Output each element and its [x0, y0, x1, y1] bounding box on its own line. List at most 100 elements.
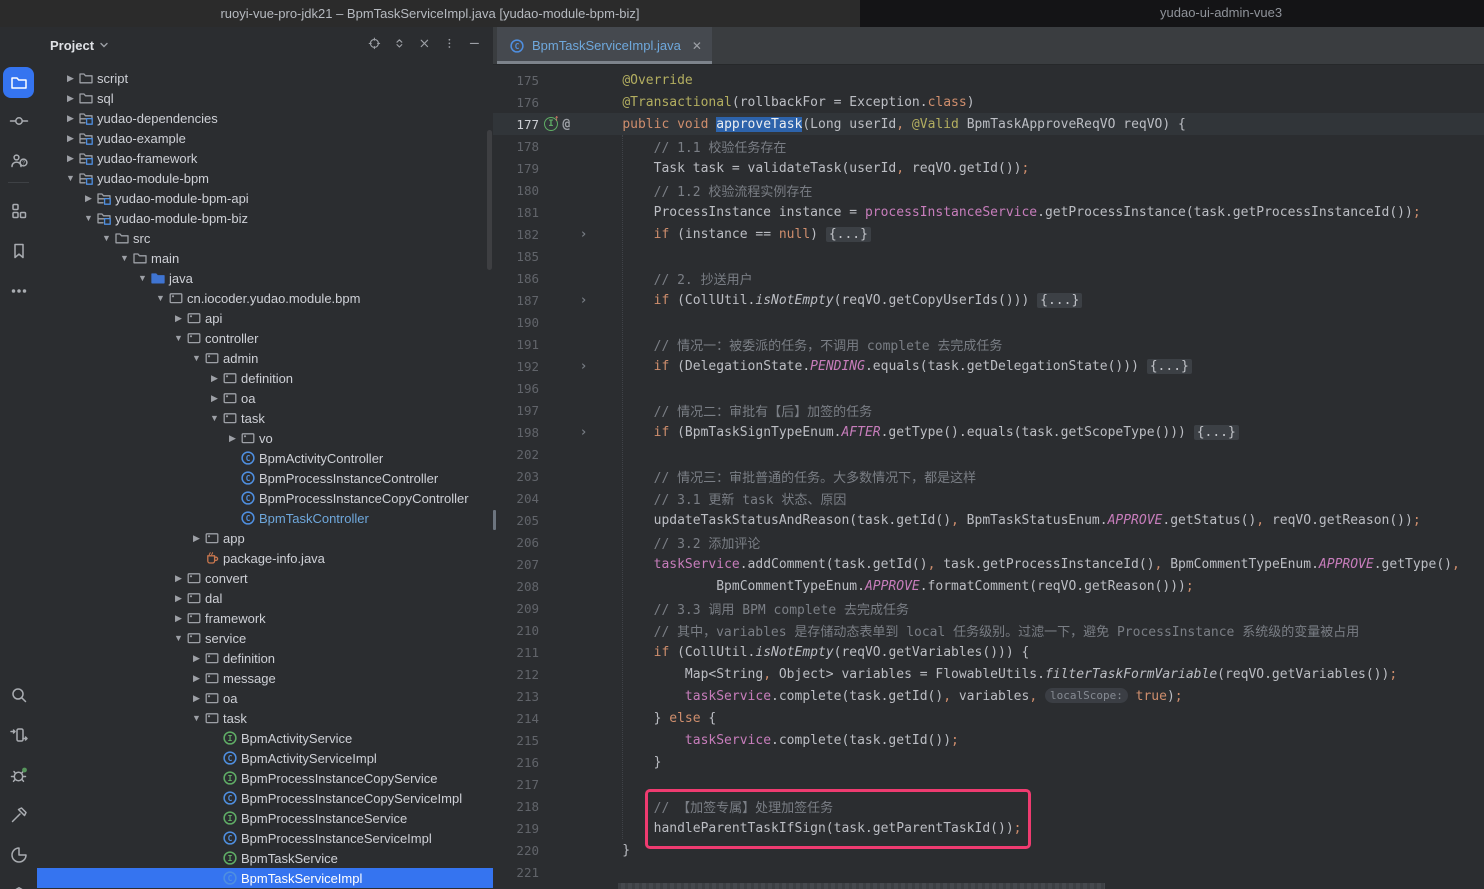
code-line-205[interactable]: 205 updateTaskStatusAndReason(task.getId… — [493, 509, 1484, 531]
tree-item-bpmtaskserviceimpl[interactable]: CBpmTaskServiceImpl — [37, 868, 493, 888]
tree-item-api[interactable]: ▶api — [37, 308, 493, 328]
structure-icon[interactable] — [3, 195, 34, 226]
chevron-collapsed-icon[interactable]: ▶ — [171, 313, 186, 324]
code-line-185[interactable]: 185 — [493, 245, 1484, 267]
tree-item-bpmactivityservice[interactable]: IBpmActivityService — [37, 728, 493, 748]
bookmarks-icon[interactable] — [3, 235, 34, 266]
chevron-expanded-icon[interactable]: ▼ — [99, 233, 114, 243]
chevron-expanded-icon[interactable]: ▼ — [81, 213, 96, 223]
window-titlebar-active[interactable]: ruoyi-vue-pro-jdk21 – BpmTaskServiceImpl… — [0, 0, 860, 28]
collapse-all-icon[interactable] — [413, 34, 438, 56]
tree-item-bpmprocessinstancecopycontroller[interactable]: CBpmProcessInstanceCopyController — [37, 488, 493, 508]
code-line-175[interactable]: 175 @Override — [493, 69, 1484, 91]
hide-panel-icon[interactable] — [463, 34, 488, 56]
tree-item-convert[interactable]: ▶convert — [37, 568, 493, 588]
tree-item-bpmtaskservice[interactable]: IBpmTaskService — [37, 848, 493, 868]
tree-item-framework[interactable]: ▶framework — [37, 608, 493, 628]
code-line-211[interactable]: 211 if (CollUtil.isNotEmpty(reqVO.getVar… — [493, 641, 1484, 663]
code-line-217[interactable]: 217 — [493, 773, 1484, 795]
tree-item-vo[interactable]: ▶vo — [37, 428, 493, 448]
code-line-203[interactable]: 203 // 情况三：审批普通的任务。大多数情况下，都是这样 — [493, 465, 1484, 487]
chevron-collapsed-icon[interactable]: ▶ — [171, 593, 186, 604]
chevron-collapsed-icon[interactable]: ▶ — [81, 193, 96, 204]
folded-region-chip[interactable]: {...} — [826, 227, 871, 242]
options-icon[interactable] — [438, 34, 463, 56]
code-line-206[interactable]: 206 // 3.2 添加评论 — [493, 531, 1484, 553]
commit-icon[interactable] — [3, 105, 34, 136]
tree-item-yudao-example[interactable]: ▶yudao-example — [37, 128, 493, 148]
chevron-collapsed-icon[interactable]: ▶ — [171, 613, 186, 624]
code-line-181[interactable]: 181 ProcessInstance instance = processIn… — [493, 201, 1484, 223]
tree-item-service[interactable]: ▼service — [37, 628, 493, 648]
code-line-218[interactable]: 218 // 【加签专属】处理加签任务 — [493, 795, 1484, 817]
chevron-collapsed-icon[interactable]: ▶ — [207, 393, 222, 404]
project-folder-icon[interactable] — [3, 67, 34, 98]
tree-item-message[interactable]: ▶message — [37, 668, 493, 688]
chevron-collapsed-icon[interactable]: ▶ — [207, 373, 222, 384]
fold-arrow-icon[interactable]: › — [576, 293, 591, 308]
tree-item-script[interactable]: ▶script — [37, 68, 493, 88]
tree-item-main[interactable]: ▼main — [37, 248, 493, 268]
code-line-207[interactable]: 207 taskService.addComment(task.getId(),… — [493, 553, 1484, 575]
chevron-expanded-icon[interactable]: ▼ — [189, 353, 204, 363]
tree-item-package-info-java[interactable]: package-info.java — [37, 548, 493, 568]
pull-requests-icon[interactable]: ? — [3, 145, 34, 176]
tree-item-bpmprocessinstanceserviceimpl[interactable]: CBpmProcessInstanceServiceImpl — [37, 828, 493, 848]
code-line-221[interactable]: 221 — [493, 861, 1484, 883]
tree-item-definition[interactable]: ▶definition — [37, 368, 493, 388]
chevron-collapsed-icon[interactable]: ▶ — [189, 653, 204, 664]
tree-item-controller[interactable]: ▼controller — [37, 328, 493, 348]
chevron-expanded-icon[interactable]: ▼ — [153, 293, 168, 303]
code-line-179[interactable]: 179 Task task = validateTask(userId, req… — [493, 157, 1484, 179]
tree-item-yudao-module-bpm-biz[interactable]: ▼yudao-module-bpm-biz — [37, 208, 493, 228]
folded-region-chip[interactable]: {...} — [1194, 425, 1239, 440]
code-line-186[interactable]: 186 // 2. 抄送用户 — [493, 267, 1484, 289]
code-line-214[interactable]: 214 } else { — [493, 707, 1484, 729]
code-line-192[interactable]: 192› if (DelegationState.PENDING.equals(… — [493, 355, 1484, 377]
tree-item-task[interactable]: ▼task — [37, 408, 493, 428]
fold-arrow-icon[interactable]: › — [576, 359, 591, 374]
code-line-180[interactable]: 180 // 1.2 校验流程实例存在 — [493, 179, 1484, 201]
tree-item-definition[interactable]: ▶definition — [37, 648, 493, 668]
tree-item-bpmprocessinstanceservice[interactable]: IBpmProcessInstanceService — [37, 808, 493, 828]
tree-item-bpmprocessinstancecopyservice[interactable]: IBpmProcessInstanceCopyService — [37, 768, 493, 788]
debug-icon[interactable] — [3, 759, 34, 790]
code-line-219[interactable]: 219 handleParentTaskIfSign(task.getParen… — [493, 817, 1484, 839]
chevron-collapsed-icon[interactable]: ▶ — [225, 433, 240, 444]
fold-arrow-icon[interactable]: › — [576, 425, 591, 440]
chevron-collapsed-icon[interactable]: ▶ — [63, 153, 78, 164]
code-line-182[interactable]: 182› if (instance == null) {...} — [493, 223, 1484, 245]
tree-item-bpmactivitycontroller[interactable]: CBpmActivityController — [37, 448, 493, 468]
code-line-208[interactable]: 208 BpmCommentTypeEnum.APPROVE.formatCom… — [493, 575, 1484, 597]
chevron-collapsed-icon[interactable]: ▶ — [63, 133, 78, 144]
code-line-191[interactable]: 191 // 情况一：被委派的任务，不调用 complete 去完成任务 — [493, 333, 1484, 355]
tab-bpm-task-service-impl[interactable]: C BpmTaskServiceImpl.java ✕ — [497, 27, 712, 64]
code-line-216[interactable]: 216 } — [493, 751, 1484, 773]
code-editor[interactable]: 175 @Override176 @Transactional(rollback… — [493, 64, 1484, 889]
code-line-213[interactable]: 213 taskService.complete(task.getId(), v… — [493, 685, 1484, 707]
window-titlebar-inactive[interactable]: yudao-ui-admin-vue3 — [860, 0, 1484, 27]
chevron-collapsed-icon[interactable]: ▶ — [189, 673, 204, 684]
code-line-212[interactable]: 212 Map<String, Object> variables = Flow… — [493, 663, 1484, 685]
tree-item-yudao-framework[interactable]: ▶yudao-framework — [37, 148, 493, 168]
tree-item-bpmtaskcontroller[interactable]: CBpmTaskController — [37, 508, 493, 528]
tree-item-dal[interactable]: ▶dal — [37, 588, 493, 608]
tree-item-task[interactable]: ▼task — [37, 708, 493, 728]
code-line-204[interactable]: 204 // 3.1 更新 task 状态、原因 — [493, 487, 1484, 509]
code-line-210[interactable]: 210 // 其中，variables 是存储动态表单到 local 任务级别。… — [493, 619, 1484, 641]
tree-item-bpmprocessinstancecontroller[interactable]: CBpmProcessInstanceController — [37, 468, 493, 488]
code-line-220[interactable]: 220 } — [493, 839, 1484, 861]
chevron-expanded-icon[interactable]: ▼ — [207, 413, 222, 423]
code-line-190[interactable]: 190 — [493, 311, 1484, 333]
tree-item-admin[interactable]: ▼admin — [37, 348, 493, 368]
code-line-196[interactable]: 196 — [493, 377, 1484, 399]
folded-region-chip[interactable]: {...} — [1037, 293, 1082, 308]
build-icon[interactable] — [3, 799, 34, 830]
expand-all-icon[interactable] — [388, 34, 413, 56]
fold-arrow-icon[interactable]: › — [576, 227, 591, 242]
tree-item-oa[interactable]: ▶oa — [37, 688, 493, 708]
chevron-expanded-icon[interactable]: ▼ — [171, 333, 186, 343]
chevron-collapsed-icon[interactable]: ▶ — [171, 573, 186, 584]
tree-item-yudao-module-bpm[interactable]: ▼yudao-module-bpm — [37, 168, 493, 188]
tree-item-src[interactable]: ▼src — [37, 228, 493, 248]
